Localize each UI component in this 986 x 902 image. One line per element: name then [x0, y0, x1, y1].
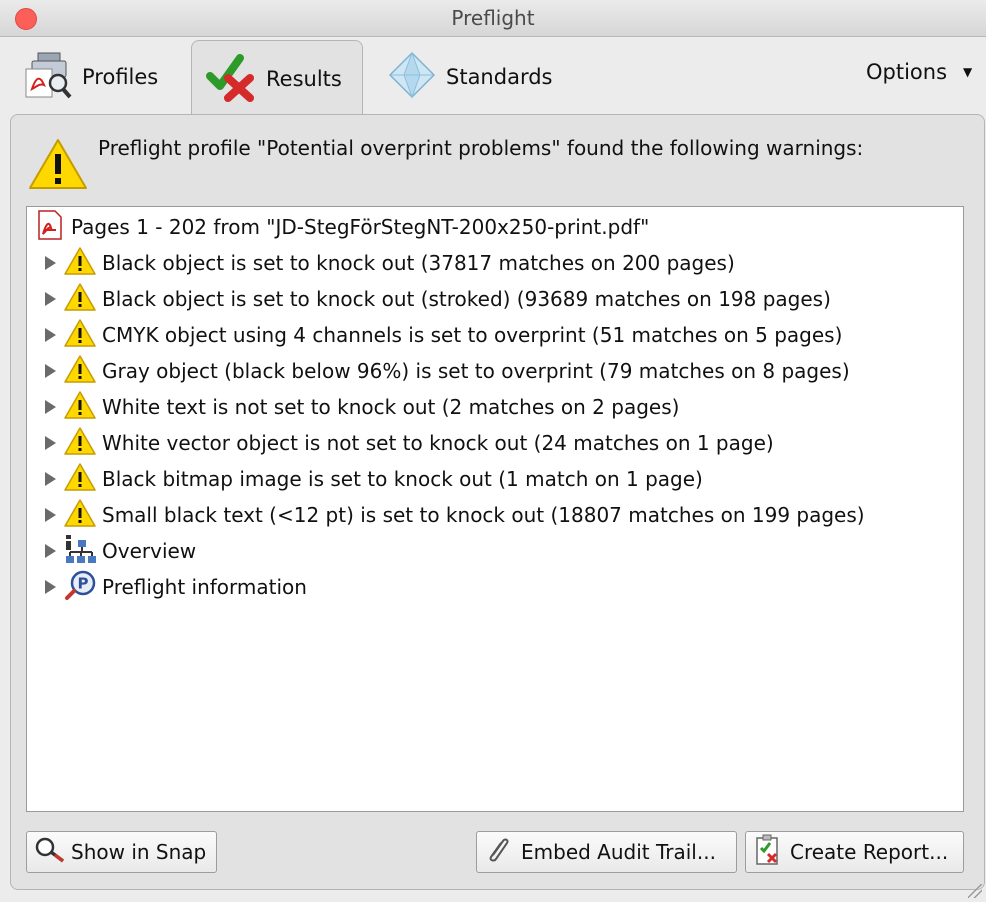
- tree-item-label: Black bitmap image is set to knock out (…: [102, 467, 703, 491]
- tree-item-label: Black object is set to knock out (37817 …: [102, 251, 735, 275]
- tree-item[interactable]: Black object is set to knock out (37817 …: [45, 245, 735, 281]
- tree-item-label: Preflight information: [102, 575, 307, 599]
- tree-item[interactable]: White text is not set to knock out (2 ma…: [45, 389, 679, 425]
- tab-profiles[interactable]: Profiles: [22, 40, 182, 114]
- disclosure-triangle-icon[interactable]: [45, 580, 56, 594]
- warning-icon: [64, 318, 96, 352]
- check-cross-icon: [206, 50, 258, 107]
- tree-item[interactable]: White vector object is not set to knock …: [45, 425, 774, 461]
- tree-root-label: Pages 1 - 202 from "JD-StegFörStegNT-200…: [71, 215, 650, 239]
- embed-audit-trail-button[interactable]: Embed Audit Trail...: [476, 831, 737, 873]
- resize-grip-icon[interactable]: [968, 884, 982, 898]
- disclosure-triangle-icon[interactable]: [45, 508, 56, 522]
- magnifier-icon: [33, 836, 65, 869]
- tree-item-overview[interactable]: Overview: [45, 533, 196, 569]
- warning-icon: [64, 498, 96, 532]
- diamond-icon: [386, 49, 438, 106]
- warning-icon: [28, 138, 88, 194]
- tree-item[interactable]: CMYK object using 4 channels is set to o…: [45, 317, 842, 353]
- disclosure-triangle-icon[interactable]: [45, 292, 56, 306]
- tree-item[interactable]: Gray object (black below 96%) is set to …: [45, 353, 850, 389]
- tree-item-label: CMYK object using 4 channels is set to o…: [102, 323, 843, 347]
- tree-item-preflight-information[interactable]: P Preflight information: [45, 569, 307, 605]
- disclosure-triangle-icon[interactable]: [45, 544, 56, 558]
- tree-root[interactable]: Pages 1 - 202 from "JD-StegFörStegNT-200…: [37, 209, 649, 245]
- tab-results[interactable]: Results: [191, 40, 363, 116]
- tree-item-label: White text is not set to knock out (2 ma…: [102, 395, 680, 419]
- disclosure-triangle-icon[interactable]: [45, 400, 56, 414]
- title-bar: Preflight: [0, 0, 986, 37]
- tab-standards[interactable]: Standards: [386, 40, 566, 114]
- disclosure-triangle-icon[interactable]: [45, 364, 56, 378]
- tree-item-label: Small black text (<12 pt) is set to knoc…: [102, 503, 865, 527]
- tree-item-label: White vector object is not set to knock …: [102, 431, 774, 455]
- paperclip-icon: [483, 835, 515, 870]
- warning-icon: [64, 354, 96, 388]
- tree-item-label: Overview: [102, 539, 197, 563]
- tab-results-label: Results: [266, 66, 342, 91]
- tree-item[interactable]: Black bitmap image is set to knock out (…: [45, 461, 703, 497]
- profile-icon: [22, 49, 74, 106]
- tab-standards-label: Standards: [446, 65, 553, 89]
- preflight-info-icon: P: [64, 570, 96, 605]
- create-report-button[interactable]: Create Report...: [745, 831, 964, 873]
- embed-audit-trail-label: Embed Audit Trail...: [521, 840, 716, 864]
- window-title: Preflight: [451, 6, 535, 30]
- svg-text:P: P: [78, 574, 89, 592]
- tab-profiles-label: Profiles: [82, 65, 159, 89]
- report-icon: [752, 834, 784, 871]
- tree-item[interactable]: Small black text (<12 pt) is set to knoc…: [45, 497, 865, 533]
- warning-icon: [64, 246, 96, 280]
- results-tree[interactable]: Pages 1 - 202 from "JD-StegFörStegNT-200…: [26, 206, 964, 812]
- options-menu[interactable]: Options ▼: [866, 60, 972, 84]
- show-in-snap-button[interactable]: Show in Snap: [26, 831, 217, 873]
- warning-icon: [64, 462, 96, 496]
- warning-icon: [64, 282, 96, 316]
- disclosure-triangle-icon[interactable]: [45, 472, 56, 486]
- results-message: Preflight profile "Potential overprint p…: [98, 136, 864, 160]
- tree-item-label: Gray object (black below 96%) is set to …: [102, 359, 850, 383]
- disclosure-triangle-icon[interactable]: [45, 328, 56, 342]
- warning-icon: [64, 426, 96, 460]
- tree-item[interactable]: Black object is set to knock out (stroke…: [45, 281, 831, 317]
- disclosure-triangle-icon[interactable]: [45, 256, 56, 270]
- warning-icon: [64, 390, 96, 424]
- chevron-down-icon: ▼: [963, 65, 973, 79]
- tree-item-label: Black object is set to knock out (stroke…: [102, 287, 831, 311]
- pdf-icon: [37, 209, 63, 245]
- options-label: Options: [866, 60, 948, 84]
- show-in-snap-label: Show in Snap: [71, 840, 207, 864]
- hierarchy-icon: [64, 534, 96, 569]
- disclosure-triangle-icon[interactable]: [45, 436, 56, 450]
- create-report-label: Create Report...: [790, 840, 949, 864]
